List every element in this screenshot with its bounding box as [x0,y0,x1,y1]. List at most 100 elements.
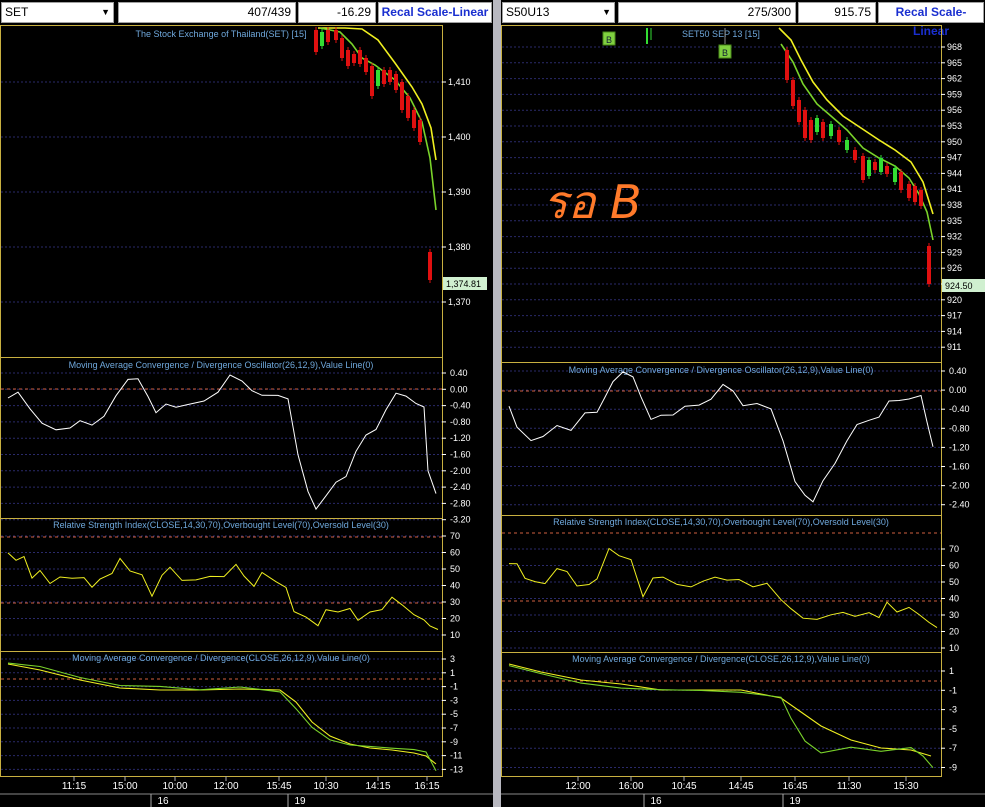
macd-osc-tick-label: -2.80 [450,498,471,508]
macd-osc-tick-label: 0.40 [450,368,468,378]
price-tick-label: 935 [947,216,962,226]
rsi-tick-label: 70 [949,544,959,554]
rsi-pane-title: Relative Strength Index(CLOSE,14,30,70),… [553,517,889,527]
candle-body [867,160,871,176]
macd-osc-pane-title: Moving Average Convergence / Divergence … [69,360,374,370]
price-tick-label: 926 [947,263,962,273]
macd-osc-tick-label: -1.60 [949,462,970,472]
macd-osc-tick-label: 0.00 [450,384,468,394]
candle-body [406,96,410,118]
candle-body [400,82,404,110]
price-tick-label: 1,390 [448,187,471,197]
panel-splitter[interactable] [493,0,501,807]
price-tick-label: 911 [947,342,961,352]
time-label: 12:00 [565,781,590,792]
candle-body [853,150,857,160]
time-label: 16:15 [414,781,439,792]
macd-line [7,662,437,772]
watermark-text: รอ B [543,175,642,229]
candle-body [879,158,883,172]
macd-tick-label: -5 [450,709,458,719]
rsi-line [508,547,938,629]
pane-frame [501,362,942,516]
rsi-tick-label: 60 [949,561,959,571]
rsi-tick-label: 10 [949,643,959,653]
candle-body [394,74,398,90]
rsi-tick-label: 20 [949,627,959,637]
price-tick-label: 965 [947,58,962,68]
time-label: 14:45 [728,781,753,792]
candle-body [899,172,903,190]
price-pane-title: The Stock Exchange of Thailand(SET) [15] [136,29,307,39]
buy-signal-label: B [722,48,728,58]
macd-osc-tick-label: -0.80 [450,417,471,427]
candle-body [837,130,841,142]
price-tick-label: 1,370 [448,297,471,307]
time-label: 15:45 [266,781,291,792]
candle-body [873,162,877,170]
candle-body [370,66,374,96]
macd-osc-tick-label: -1.20 [949,442,970,452]
candle-body [364,58,368,72]
buy-signal-label: B [606,35,612,45]
price-tick-label: 932 [947,232,962,242]
macd-osc-tick-label: -2.00 [949,481,970,491]
candle-body [314,30,318,52]
rsi-tick-label: 20 [450,614,460,624]
last-price-label: 924.50 [945,281,973,291]
candle-body [885,166,889,174]
time-label: 16:00 [618,781,643,792]
time-label: 11:15 [62,781,87,792]
rsi-tick-label: 40 [949,594,959,604]
macd-osc-tick-label: -2.00 [450,466,471,476]
macd-osc-tick-label: -2.40 [949,500,970,510]
macd-osc-tick-label: -1.60 [450,450,471,460]
macd-tick-label: -1 [450,682,458,692]
candle-body [346,50,350,66]
candle-body [797,100,801,122]
candle-body [927,246,931,284]
candle-body [913,186,917,202]
price-tick-label: 962 [947,74,962,84]
candle-body [893,168,897,182]
macd-osc-tick-label: -2.40 [450,482,471,492]
candle-body [376,70,380,86]
macd-osc-pane-title: Moving Average Convergence / Divergence … [569,365,874,375]
price-tick-label: 1,400 [448,132,471,142]
rsi-tick-label: 10 [450,630,460,640]
macd-osc-tick-label: -0.40 [949,404,970,414]
macd-osc-tick-label: -3.20 [450,515,471,525]
rsi-tick-label: 30 [450,597,460,607]
price-tick-label: 950 [947,137,962,147]
rsi-tick-label: 40 [450,581,460,591]
candle-body [803,110,807,138]
candle-body [340,38,344,58]
time-label: 10:30 [313,781,338,792]
macd-tick-label: -3 [949,705,957,715]
macd-tick-label: -5 [949,724,957,734]
rsi-tick-label: 30 [949,610,959,620]
macd-tick-label: -7 [450,723,458,733]
candle-body [352,54,356,63]
price-tick-label: 920 [947,295,962,305]
macd-tick-label: 1 [450,668,455,678]
macd-osc-tick-label: -0.80 [949,423,970,433]
rsi-pane-title: Relative Strength Index(CLOSE,14,30,70),… [53,520,389,530]
date-label: 19 [294,796,306,807]
candle-body [320,32,324,46]
candle-body [418,120,422,142]
candle-body [845,140,849,150]
price-tick-label: 929 [947,247,962,257]
price-tick-label: 956 [947,105,962,115]
price-tick-label: 953 [947,121,962,131]
macd-oscillator-line [7,374,437,511]
macd-osc-tick-label: -1.20 [450,433,471,443]
chart-canvas[interactable]: 968 965 962 959 956 953 950 947 944 941 938 935 932 9… [501,0,985,807]
candle-body [412,110,416,128]
time-label: 10:00 [162,781,187,792]
chart-canvas[interactable]: 1,410 1,400 1,390 1,380 1,370 0.40 0.00 -0.40 -0… [0,0,493,807]
macd-tick-label: -9 [450,737,458,747]
candle-body [829,124,833,136]
candle-body [334,30,338,40]
date-label: 19 [789,796,801,807]
